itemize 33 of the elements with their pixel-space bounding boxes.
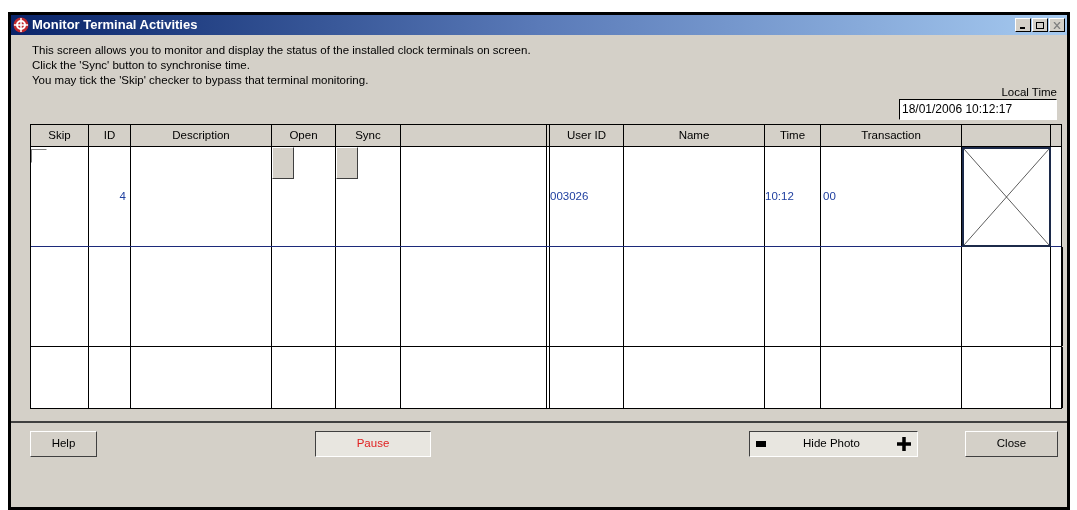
local-time-field: 18/01/2006 10:12:17 [899,99,1057,120]
column-header: User ID [550,125,624,146]
app-icon [13,17,29,33]
maximize-icon [1036,21,1044,29]
pause-button[interactable]: Pause [315,431,431,457]
plus-icon [897,437,911,451]
close-button[interactable] [1049,18,1065,32]
window-title: Monitor Terminal Activities [32,16,198,35]
hide-photo-button[interactable]: Hide Photo [749,431,918,457]
table-cell-text: 10:12 [765,188,794,204]
column-header: Transaction [821,125,962,146]
column-header: Sync [336,125,401,146]
column-header: Skip [31,125,89,146]
column-header: Name [624,125,765,146]
instruction-text: You may tick the 'Skip' checker to bypass that terminal monitoring. [32,73,369,88]
column-header: Open [272,125,336,146]
minimize-button[interactable] [1015,18,1031,32]
close-icon [1053,21,1061,29]
instruction-text: This screen allows you to monitor and display the status of the installed clock terminals on screen. [32,43,531,58]
column-header: Time [765,125,821,146]
table-cell-text: 4 [119,188,126,204]
column-header: Description [131,125,272,146]
help-button[interactable]: Help [30,431,97,457]
minus-icon [756,441,766,447]
open-button[interactable] [272,147,294,179]
maximize-button[interactable] [1032,18,1048,32]
close-button[interactable]: Close [965,431,1058,457]
local-time-label: Local Time [1001,86,1057,99]
sync-button[interactable] [336,147,358,179]
instruction-text: Click the 'Sync' button to synchronise time. [32,58,250,73]
column-header: ID [89,125,131,146]
table-cell-text: 003026 [550,188,589,204]
table-cell-text: 00 [823,188,836,204]
